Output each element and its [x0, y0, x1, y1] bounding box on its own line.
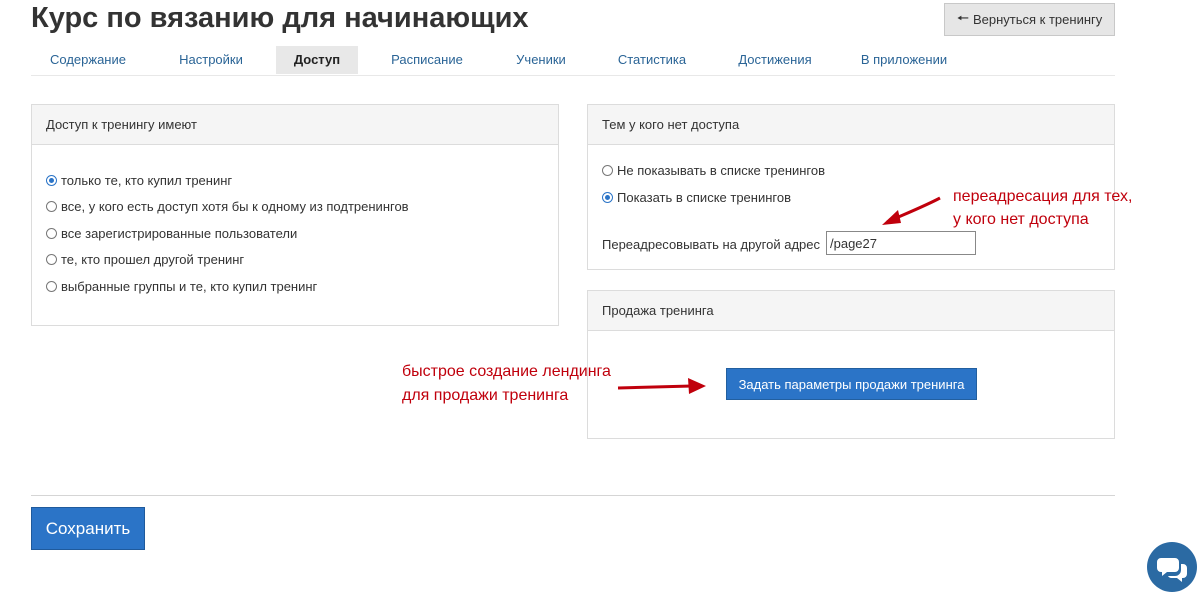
landing-arrow-icon — [617, 384, 693, 390]
annotation-arrows — [617, 196, 941, 394]
chat-bubbles-icon — [1157, 558, 1187, 582]
footer-divider — [31, 495, 1115, 496]
chat-widget-button[interactable] — [1147, 542, 1197, 592]
redirect-arrowhead-icon — [882, 210, 901, 225]
landing-arrowhead-icon — [688, 378, 706, 394]
save-button[interactable]: Сохранить — [31, 507, 145, 550]
